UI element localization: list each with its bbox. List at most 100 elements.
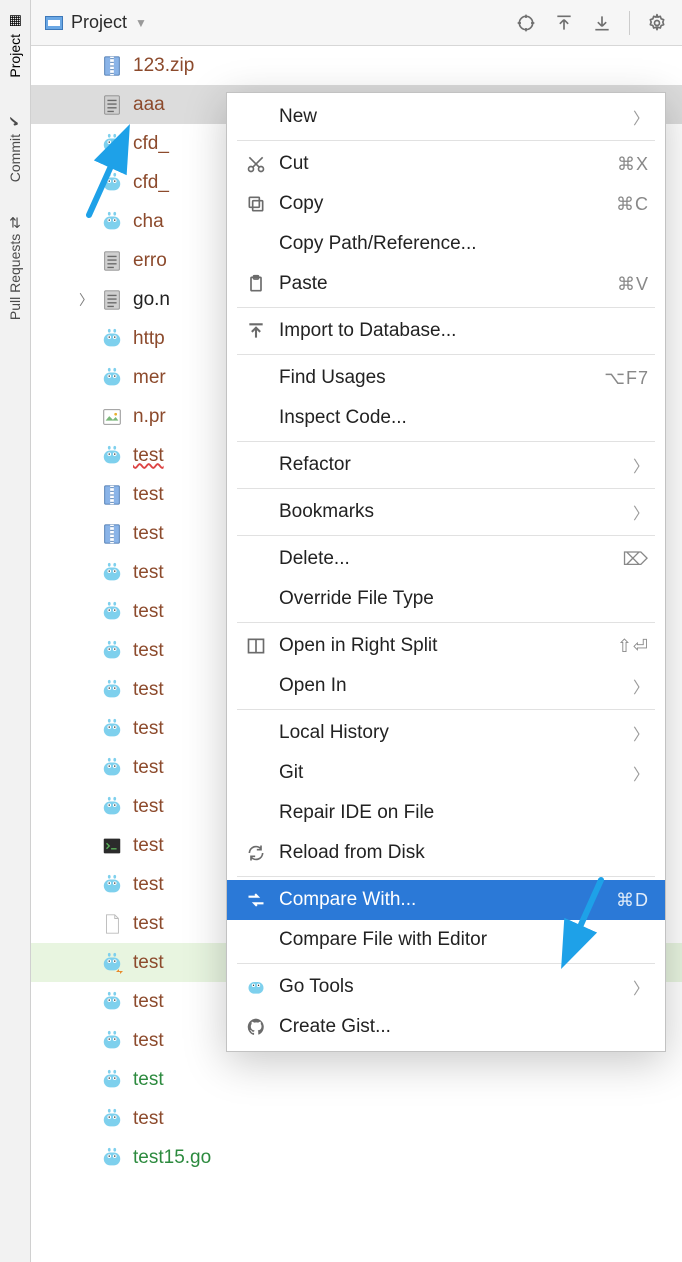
menu-label: Open In	[279, 675, 633, 697]
menu-item[interactable]: Repair IDE on File	[227, 793, 665, 833]
menu-item[interactable]: Refactor〉	[227, 445, 665, 485]
file-label: erro	[133, 250, 167, 272]
menu-label: Paste	[279, 273, 617, 295]
menu-item[interactable]: Go Tools〉	[227, 967, 665, 1007]
file-type-icon	[101, 484, 123, 506]
file-type-icon	[101, 952, 123, 974]
file-label: test	[133, 1069, 164, 1091]
project-view-icon	[45, 16, 63, 30]
file-type-icon	[101, 133, 123, 155]
menu-separator	[237, 876, 655, 877]
gear-icon[interactable]	[646, 12, 668, 34]
menu-item[interactable]: Inspect Code...	[227, 398, 665, 438]
menu-item[interactable]: Paste⌘V	[227, 264, 665, 304]
file-type-icon	[101, 835, 123, 857]
menu-label: Bookmarks	[279, 501, 633, 523]
menu-item[interactable]: Override File Type	[227, 579, 665, 619]
menu-label: Import to Database...	[279, 320, 649, 342]
compare-icon	[243, 890, 269, 910]
menu-separator	[237, 622, 655, 623]
file-label: test	[133, 601, 164, 623]
copy-icon	[243, 194, 269, 214]
menu-label: Refactor	[279, 454, 633, 476]
file-label: cfd_	[133, 172, 169, 194]
file-type-icon	[101, 55, 123, 77]
go-icon	[243, 977, 269, 997]
menu-separator	[237, 441, 655, 442]
view-title: Project	[71, 12, 127, 33]
file-label: aaa	[133, 94, 165, 116]
file-type-icon	[101, 796, 123, 818]
chevron-right-icon: 〉	[633, 674, 649, 698]
menu-item[interactable]: Find Usages⌥F7	[227, 358, 665, 398]
file-type-icon	[101, 1069, 123, 1091]
chevron-down-icon: ▼	[135, 16, 147, 30]
tree-row[interactable]: test15.go	[31, 1138, 682, 1177]
tree-row[interactable]: test	[31, 1060, 682, 1099]
tree-row[interactable]: 123.zip	[31, 46, 682, 85]
file-label: 123.zip	[133, 55, 194, 77]
menu-label: Copy Path/Reference...	[279, 233, 649, 255]
menu-label: Delete...	[279, 548, 623, 570]
file-label: test15.go	[133, 1147, 211, 1169]
menu-item[interactable]: Compare File with Editor	[227, 920, 665, 960]
file-type-icon	[101, 757, 123, 779]
menu-shortcut: ⌘D	[616, 890, 649, 911]
file-type-icon	[101, 718, 123, 740]
toolwindow-tab-commit[interactable]: Commit✔	[7, 106, 23, 188]
collapse-all-icon[interactable]	[591, 12, 613, 34]
menu-item[interactable]: Bookmarks〉	[227, 492, 665, 532]
file-type-icon	[101, 211, 123, 233]
menu-separator	[237, 709, 655, 710]
menu-item[interactable]: Compare With...⌘D	[227, 880, 665, 920]
file-label: cha	[133, 211, 164, 233]
file-type-icon	[101, 562, 123, 584]
file-label: test	[133, 874, 164, 896]
expand-all-icon[interactable]	[553, 12, 575, 34]
file-type-icon	[101, 1147, 123, 1169]
file-label: test	[133, 562, 164, 584]
file-type-icon	[101, 913, 123, 935]
tree-row[interactable]: test	[31, 1099, 682, 1138]
file-label: test	[133, 757, 164, 779]
menu-item[interactable]: Open In〉	[227, 666, 665, 706]
context-menu: New〉Cut⌘XCopy⌘CCopy Path/Reference...Pas…	[226, 92, 666, 1052]
file-label: test	[133, 952, 164, 974]
menu-item[interactable]: Git〉	[227, 753, 665, 793]
chevron-right-icon: 〉	[633, 975, 649, 999]
file-label: mer	[133, 367, 166, 389]
toolwindow-tab-pullrequests[interactable]: Pull Requests⇅	[7, 210, 23, 326]
file-label: test	[133, 523, 164, 545]
menu-item[interactable]: Copy Path/Reference...	[227, 224, 665, 264]
file-type-icon	[101, 367, 123, 389]
menu-shortcut: ⌥F7	[604, 368, 649, 389]
file-type-icon	[101, 991, 123, 1013]
file-label: http	[133, 328, 165, 350]
pullrequest-icon: ⇅	[9, 214, 21, 230]
menu-label: Local History	[279, 722, 633, 744]
file-label: test	[133, 835, 164, 857]
chevron-right-icon: 〉	[633, 761, 649, 785]
menu-item[interactable]: Cut⌘X	[227, 144, 665, 184]
menu-label: New	[279, 106, 633, 128]
view-selector[interactable]: Project ▼	[45, 12, 147, 33]
menu-shortcut: ⌘V	[617, 274, 649, 295]
menu-item[interactable]: Reload from Disk	[227, 833, 665, 873]
menu-item[interactable]: New〉	[227, 97, 665, 137]
paste-icon	[243, 274, 269, 294]
menu-item[interactable]: Local History〉	[227, 713, 665, 753]
menu-item[interactable]: Import to Database...	[227, 311, 665, 351]
menu-item[interactable]: Create Gist...	[227, 1007, 665, 1047]
project-icon: ▦	[7, 12, 23, 28]
menu-label: Override File Type	[279, 588, 649, 610]
menu-item[interactable]: Delete...⌦	[227, 539, 665, 579]
locate-icon[interactable]	[515, 12, 537, 34]
menu-item[interactable]: Copy⌘C	[227, 184, 665, 224]
chevron-right-icon[interactable]: 〉	[79, 290, 93, 310]
file-type-icon	[101, 679, 123, 701]
menu-label: Cut	[279, 153, 617, 175]
menu-item[interactable]: Open in Right Split⇧⏎	[227, 626, 665, 666]
file-label: test	[133, 991, 164, 1013]
menu-separator	[237, 963, 655, 964]
toolwindow-tab-project[interactable]: Project▦	[7, 6, 23, 84]
